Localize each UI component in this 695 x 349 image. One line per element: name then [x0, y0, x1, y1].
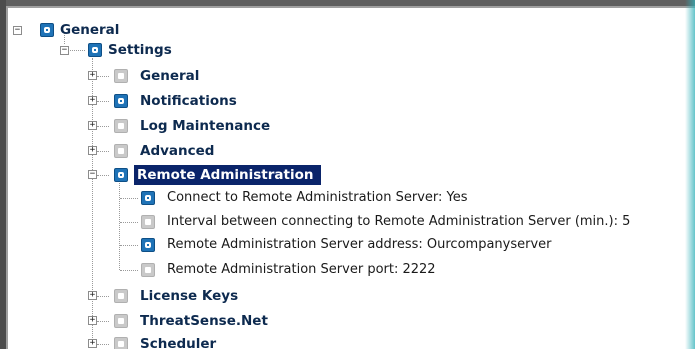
window-edge-glow [685, 0, 695, 349]
panel-border-top [6, 6, 695, 8]
expand-toggle-notifications[interactable]: + [88, 96, 97, 105]
tree-connector [97, 76, 109, 77]
expand-toggle-general[interactable]: + [88, 71, 97, 80]
collapse-toggle-remote-administration[interactable]: − [88, 170, 97, 179]
checkbox-scheduler[interactable] [114, 337, 128, 349]
expand-toggle-threatsense[interactable]: + [88, 316, 97, 325]
expand-toggle-license-keys[interactable]: + [88, 291, 97, 300]
tree-leaf-connect-to-server[interactable]: Connect to Remote Administration Server:… [164, 188, 471, 208]
expand-toggle-log-maintenance[interactable]: + [88, 121, 97, 130]
checkbox-connect-to-server[interactable] [141, 191, 155, 205]
tree-leaf-server-address[interactable]: Remote Administration Server address: Ou… [164, 235, 555, 255]
tree-connector [97, 151, 109, 152]
panel-border-left [6, 6, 8, 349]
expand-toggle-scheduler[interactable]: + [88, 339, 97, 348]
tree-node-license-keys[interactable]: License Keys [137, 286, 241, 306]
tree-leaf-connect-interval[interactable]: Interval between connecting to Remote Ad… [164, 212, 633, 232]
checkbox-remote-administration[interactable] [114, 168, 128, 182]
tree-connector [97, 175, 109, 176]
tree-connector [97, 344, 109, 345]
tree-node-settings-general[interactable]: General [137, 66, 202, 86]
tree-connector [120, 222, 138, 223]
checkbox-settings-general[interactable] [114, 69, 128, 83]
tree-node-scheduler[interactable]: Scheduler [137, 334, 219, 349]
checkbox-log-maintenance[interactable] [114, 119, 128, 133]
expand-toggle-advanced[interactable]: + [88, 146, 97, 155]
tree-connector [120, 270, 138, 271]
tree-connector [120, 198, 138, 199]
checkbox-license-keys[interactable] [114, 289, 128, 303]
tree-connector [120, 245, 138, 246]
checkbox-threatsense[interactable] [114, 314, 128, 328]
tree-connector [97, 126, 109, 127]
tree-node-threatsense[interactable]: ThreatSense.Net [137, 311, 271, 331]
tree-leaf-server-port[interactable]: Remote Administration Server port: 2222 [164, 260, 439, 280]
checkbox-settings[interactable] [88, 43, 102, 57]
tree-node-remote-administration[interactable]: Remote Administration [134, 165, 322, 185]
tree-connector [97, 296, 109, 297]
tree-connector [97, 321, 109, 322]
checkbox-connect-interval[interactable] [141, 215, 155, 229]
checkbox-server-port[interactable] [141, 263, 155, 277]
tree-node-log-maintenance[interactable]: Log Maintenance [137, 116, 273, 136]
tree-node-advanced[interactable]: Advanced [137, 141, 217, 161]
tree-connector [119, 183, 120, 270]
checkbox-general[interactable] [40, 23, 54, 37]
collapse-toggle-settings[interactable]: − [60, 46, 69, 55]
tree-node-notifications[interactable]: Notifications [137, 91, 240, 111]
checkbox-advanced[interactable] [114, 144, 128, 158]
tree-connector [97, 101, 109, 102]
tree-node-general[interactable]: General [57, 20, 122, 40]
checkbox-notifications[interactable] [114, 94, 128, 108]
checkbox-server-address[interactable] [141, 238, 155, 252]
collapse-toggle-general[interactable]: − [13, 26, 22, 35]
tree-node-settings[interactable]: Settings [105, 40, 175, 60]
settings-tree-panel: − General − Settings + General + Notific… [0, 0, 695, 349]
